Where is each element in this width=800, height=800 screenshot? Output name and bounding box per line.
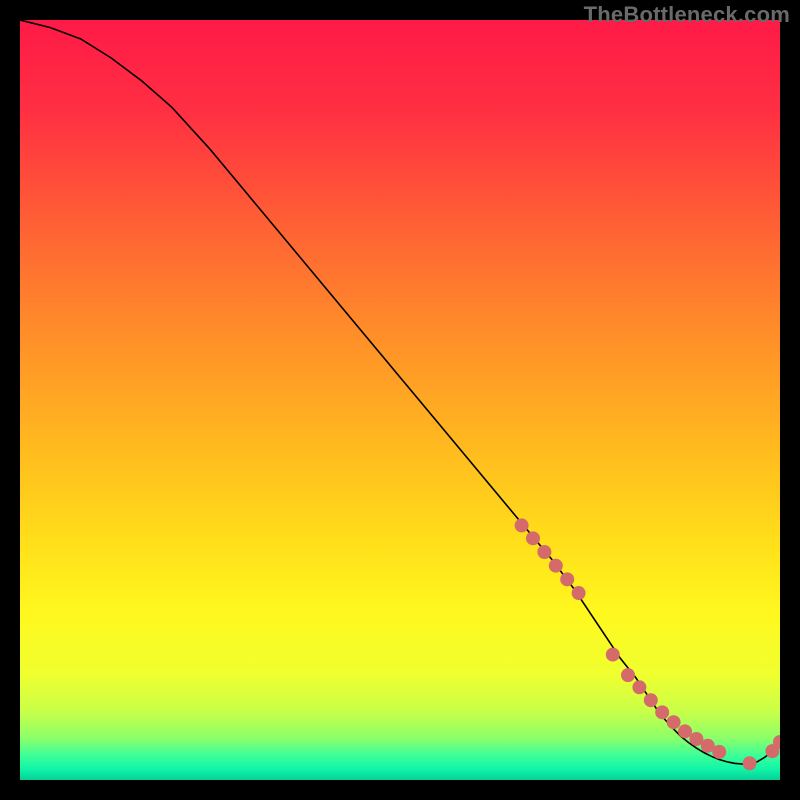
curve-marker (606, 648, 620, 662)
curve-layer (20, 20, 780, 780)
curve-marker (537, 545, 551, 559)
marker-group (515, 518, 780, 770)
curve-marker (549, 559, 563, 573)
curve-marker (526, 531, 540, 545)
attribution-label: TheBottleneck.com (584, 2, 790, 28)
curve-marker (621, 668, 635, 682)
curve-marker (515, 518, 529, 532)
plot-area (20, 20, 780, 780)
curve-marker (743, 756, 757, 770)
curve-marker (712, 745, 726, 759)
curve-line (20, 20, 780, 764)
curve-marker (632, 680, 646, 694)
chart-root: TheBottleneck.com (0, 0, 800, 800)
curve-marker (667, 715, 681, 729)
curve-marker (644, 693, 658, 707)
curve-marker (560, 572, 574, 586)
curve-marker (655, 705, 669, 719)
curve-marker (678, 724, 692, 738)
curve-marker (572, 586, 586, 600)
